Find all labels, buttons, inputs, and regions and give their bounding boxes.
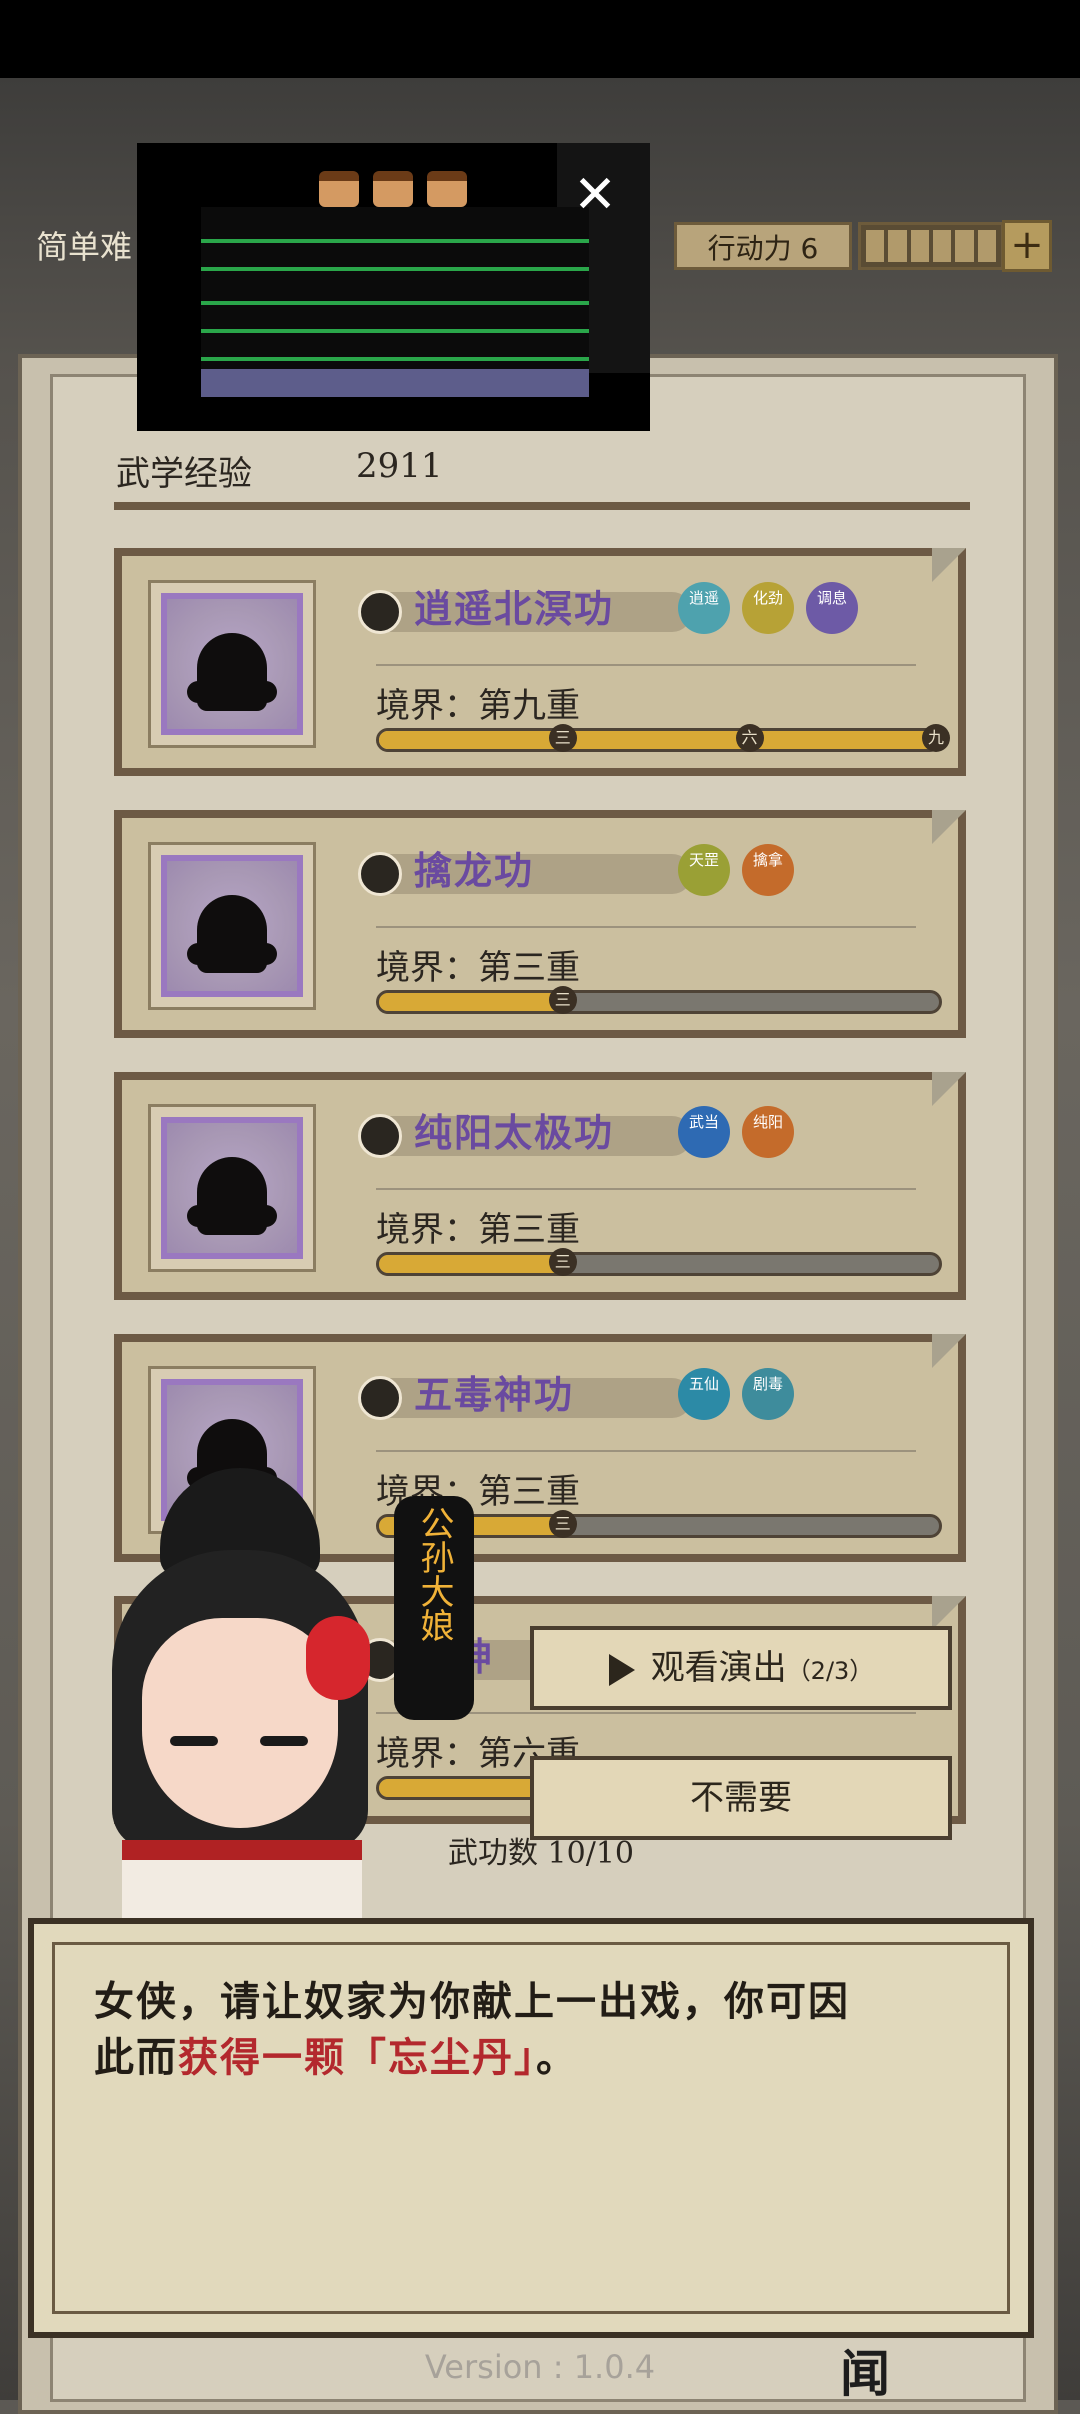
realm-tick: 九 — [922, 724, 950, 752]
skill-type-icon — [358, 852, 402, 896]
skill-realm: 境界：第九重 — [376, 686, 580, 726]
portrait-frame — [161, 855, 303, 997]
experience-value: 2911 — [356, 446, 443, 486]
dialog-line-2-prefix: 此而 — [94, 2034, 178, 2081]
ad-character-icon — [427, 171, 467, 207]
experience-label: 武学经验 — [116, 454, 252, 494]
realm-tick: 三 — [548, 1248, 577, 1276]
status-bar — [0, 0, 1080, 78]
card-divider — [376, 926, 916, 928]
ad-character-icon — [373, 171, 413, 207]
ad-character-icon — [319, 171, 359, 207]
skill-portrait — [148, 842, 316, 1010]
skill-card[interactable]: 纯阳太极功境界：第三重 武当 纯阳三 — [114, 1072, 966, 1300]
skill-tag-badge: 化劲 — [742, 582, 794, 634]
card-divider — [376, 1188, 916, 1190]
ad-platform — [201, 239, 589, 243]
progress-fill — [379, 1255, 564, 1273]
page-fold — [932, 1596, 966, 1630]
page-fold — [932, 810, 966, 844]
ad-platform — [201, 301, 589, 305]
action-points-bar — [858, 222, 1004, 270]
portrait-frame — [161, 1117, 303, 1259]
decline-button[interactable]: 不需要 — [530, 1756, 952, 1840]
skill-name: 五毒神功 — [414, 1372, 575, 1417]
skill-progress-bar — [376, 1252, 942, 1276]
ad-platform — [201, 267, 589, 271]
dialog-line-2-suffix: 。 — [536, 2034, 578, 2081]
page-fold — [932, 1334, 966, 1368]
dialog-box[interactable]: 女侠，请让奴家为你献上一出戏，你可因 此而获得一颗「忘尘丹」。 — [28, 1918, 1034, 2338]
progress-fill — [379, 731, 939, 749]
skill-realm: 境界：第三重 — [376, 1210, 580, 1250]
portrait-frame — [161, 593, 303, 735]
skill-type-icon — [358, 590, 402, 634]
card-divider — [376, 664, 916, 666]
ad-platform — [201, 357, 589, 361]
figure-base — [187, 943, 277, 965]
card-divider — [376, 1450, 916, 1452]
realm-tick: 三 — [548, 986, 577, 1014]
dialog-text: 女侠，请让奴家为你献上一出戏，你可因 此而获得一颗「忘尘丹」。 — [94, 1974, 984, 2086]
npc-portrait — [100, 1468, 380, 1936]
eye — [260, 1736, 308, 1746]
skill-name: 擒龙功 — [414, 848, 535, 893]
skill-type-icon — [358, 1376, 402, 1420]
skill-tag-badge: 调息 — [806, 582, 858, 634]
page-fold — [932, 548, 966, 582]
skill-type-icon — [358, 1114, 402, 1158]
watch-label: 观看演出 — [650, 1648, 787, 1688]
realm-tick: 三 — [548, 1510, 577, 1538]
skill-progress-bar — [376, 990, 942, 1014]
skill-tag-badge: 武当 — [678, 1106, 730, 1158]
skill-tag-badge: 擒拿 — [742, 844, 794, 896]
flower-icon — [306, 1616, 370, 1700]
figure-base — [187, 1205, 277, 1227]
skill-card[interactable]: 擒龙功境界：第三重 天罡 擒拿三 — [114, 810, 966, 1038]
skill-name: 纯阳太极功 — [414, 1110, 615, 1155]
skill-tag-badge: 纯阳 — [742, 1106, 794, 1158]
version-label: Version : 1.0.4 — [424, 2348, 656, 2386]
skill-tag-badge: 天罡 — [678, 844, 730, 896]
skill-progress-bar — [376, 728, 942, 752]
skill-realm: 境界：第三重 — [376, 948, 580, 988]
close-icon[interactable]: ✕ — [569, 169, 621, 221]
skill-card[interactable]: 逍遥北溟功境界：第九重 逍遥 化劲 调息三 六 九 — [114, 548, 966, 776]
action-points-label: 行动力 6 — [674, 222, 852, 270]
skill-name: 逍遥北溟功 — [414, 586, 615, 631]
experience-row: 武学经验 2911 — [116, 440, 976, 500]
ad-overlay[interactable]: ✕ — [137, 143, 650, 431]
progress-fill — [379, 993, 564, 1011]
skill-tag-badge: 剧毒 — [742, 1368, 794, 1420]
page-fold — [932, 1072, 966, 1106]
figure-base — [187, 681, 277, 703]
skill-tag-badge: 逍遥 — [678, 582, 730, 634]
npc-name: 公孙大娘 — [414, 1506, 454, 1642]
ad-game-preview[interactable] — [201, 207, 589, 397]
ad-platform — [201, 329, 589, 333]
eye — [170, 1736, 218, 1746]
decline-label: 不需要 — [690, 1778, 792, 1818]
play-icon — [608, 1653, 635, 1686]
skill-tag-badge: 五仙 — [678, 1368, 730, 1420]
realm-tick: 六 — [735, 724, 764, 752]
watch-count: （2/3） — [786, 1657, 874, 1685]
realm-tick: 三 — [548, 724, 577, 752]
skill-portrait — [148, 580, 316, 748]
ad-floor — [201, 369, 589, 397]
skill-portrait — [148, 1104, 316, 1272]
dialog-reward-highlight: 获得一颗「忘尘丹」 — [178, 2034, 536, 2081]
add-action-points-button[interactable]: + — [1002, 220, 1052, 272]
difficulty-label: 简单难 — [36, 228, 133, 266]
dialog-line-1: 女侠，请让奴家为你献上一出戏，你可因 — [94, 1978, 850, 2025]
watch-performance-button[interactable]: 观看演出（2/3） — [530, 1626, 952, 1710]
npc-name-tag: 公孙大娘 — [394, 1496, 474, 1720]
divider — [114, 502, 970, 510]
